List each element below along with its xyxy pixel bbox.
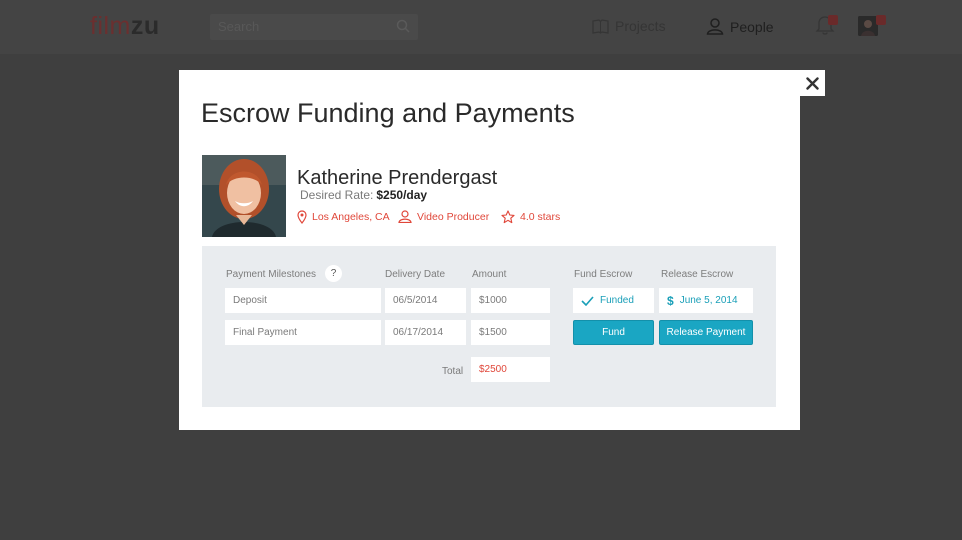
fund-button[interactable]: Fund — [573, 320, 654, 345]
user-avatar[interactable] — [858, 16, 878, 36]
role-text: Video Producer — [417, 210, 490, 223]
search-input[interactable]: Search — [210, 14, 418, 40]
amount-field[interactable]: $1000 — [471, 288, 550, 313]
header-amount: Amount — [472, 269, 507, 280]
release-payment-button[interactable]: Release Payment — [659, 320, 753, 345]
milestone-name-field[interactable]: Deposit — [225, 288, 381, 313]
nav-projects-label: Projects — [615, 18, 666, 34]
header-delivery-date: Delivery Date — [385, 269, 446, 280]
profile-photo-image — [202, 155, 286, 237]
header-payment-milestones: Payment Milestones — [226, 269, 317, 280]
search-placeholder: Search — [218, 19, 260, 34]
funded-status-label: Funded — [600, 295, 634, 306]
top-navigation-bar: filmzu Search Projects People — [0, 0, 962, 54]
total-label: Total — [442, 366, 464, 377]
profile-rating[interactable]: 4.0 stars — [501, 210, 560, 224]
checkmark-icon — [581, 295, 594, 306]
profile-photo — [202, 155, 286, 237]
person-name: Katherine Prendergast — [297, 167, 498, 189]
logo-text-zu: zu — [130, 12, 160, 40]
close-button[interactable] — [800, 70, 825, 96]
modal-title: Escrow Funding and Payments — [201, 98, 575, 128]
nav-projects[interactable]: Projects — [592, 18, 666, 34]
funded-status: Funded — [573, 288, 654, 313]
released-date-label: June 5, 2014 — [679, 295, 738, 306]
amount-field[interactable]: $1500 — [471, 320, 550, 345]
total-amount: $2500 — [471, 357, 550, 382]
header-release-escrow: Release Escrow — [661, 269, 734, 280]
rate-label: Desired Rate: — [300, 188, 374, 202]
logo-text-film: film — [90, 12, 131, 40]
profile-role[interactable]: Video Producer — [398, 210, 489, 223]
profile-location[interactable]: Los Angeles, CA — [297, 210, 390, 224]
rate-value: $250/day — [376, 188, 428, 202]
projects-icon — [592, 18, 609, 34]
payment-milestones-panel: Payment Milestones ? Delivery Date Amoun… — [202, 246, 776, 407]
user-icon — [706, 18, 724, 35]
dollar-icon: $ — [667, 293, 674, 308]
rating-text: 4.0 stars — [520, 211, 561, 223]
released-status: $ June 5, 2014 — [659, 288, 753, 313]
avatar-image — [858, 16, 878, 36]
nav-people[interactable]: People — [706, 18, 774, 35]
location-text: Los Angeles, CA — [312, 211, 390, 223]
milestone-name-field[interactable]: Final Payment — [225, 320, 381, 345]
map-pin-icon — [297, 210, 307, 224]
nav-people-label: People — [730, 18, 774, 35]
user-outline-icon — [398, 210, 412, 223]
desired-rate: Desired Rate: $250/day — [300, 188, 427, 202]
delivery-date-field[interactable]: 06/17/2014 — [385, 320, 466, 345]
delivery-date-field[interactable]: 06/5/2014 — [385, 288, 466, 313]
avatar-badge — [876, 15, 886, 25]
close-icon — [806, 76, 819, 90]
star-icon — [501, 210, 515, 224]
filmzu-logo[interactable]: filmzu — [90, 12, 160, 41]
escrow-modal: Escrow Funding and Payments Katherine Pr… — [179, 70, 800, 430]
notification-badge — [828, 15, 838, 25]
search-icon — [396, 19, 410, 33]
help-icon[interactable]: ? — [325, 265, 342, 282]
header-fund-escrow: Fund Escrow — [574, 269, 633, 280]
